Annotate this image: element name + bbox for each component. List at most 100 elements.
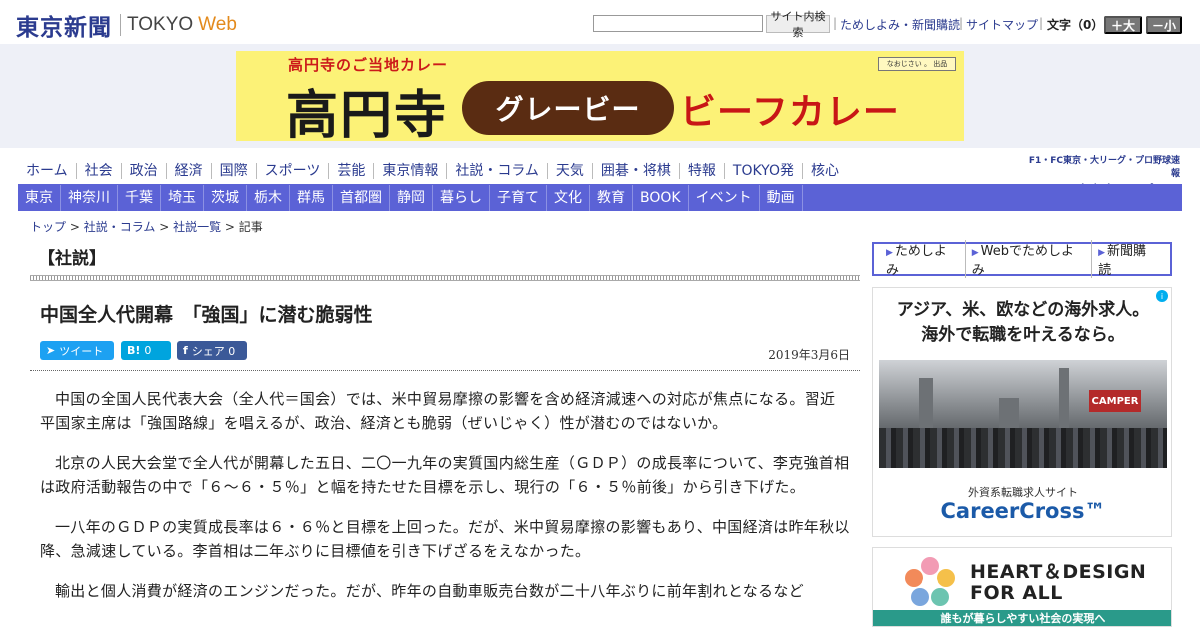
breadcrumb-editorial[interactable]: 社説・コラム [84,220,156,234]
nav-economy[interactable]: 経済 [167,163,212,179]
logo-web: Web [198,14,237,35]
site-search-button[interactable]: サイト内検索 [766,10,830,39]
banner-kanji: 高円寺 [286,85,449,141]
article-date: 2019年3月6日 [768,348,850,362]
nav-culture[interactable]: 文化 [547,185,590,211]
article-paragraph: 北京の人民大会堂で全人代が開幕した五日、二〇一九年の実質国内総生産（ＧＤＰ）の成… [40,454,850,496]
breadcrumb-sep: > [224,220,239,234]
nav-society[interactable]: 社会 [77,163,122,179]
region-tokyo[interactable]: 東京 [18,185,61,211]
triangle-icon: ▶ [971,248,979,258]
nav-tokyo-hatsu[interactable]: TOKYO発 [725,163,803,179]
site-logo[interactable]: 東京新聞 TOKYO Web [16,8,237,42]
breadcrumb-top[interactable]: トップ [30,220,66,234]
ad2-tagline: 誰もが暮らしやすい社会の実現へ [873,610,1171,626]
util-separator: | [833,16,838,30]
article-title: 中国全人代開幕 「強国」に潜む脆弱性 [40,304,373,326]
region-chiba[interactable]: 千葉 [118,185,161,211]
banner-area: 高円寺のご当地カレー 高円寺 グレービー ビーフカレー なおじさい 。 出品 [0,44,1200,148]
flower-logo-icon [905,557,955,606]
trial-link[interactable]: ▶ ためしよみ [880,240,966,278]
nav-sports[interactable]: スポーツ [257,163,330,179]
facebook-share-button[interactable]: f シェア 0 [177,341,247,360]
breadcrumb-sep: > [159,220,174,234]
hatena-bookmark-button[interactable]: B! 0 [121,341,171,360]
section-title: 【社説】 [38,249,106,269]
region-shutoken[interactable]: 首都圏 [333,185,390,211]
nav-tokuho[interactable]: 特報 [680,163,725,179]
breadcrumb: トップ > 社説・コラム > 社説一覧 > 記事 [30,218,263,235]
photo-sign: CAMPER [1089,390,1141,412]
ad1-subtitle: 外資系転職求人サイト [968,486,1078,499]
twitter-icon: ➤ [46,344,56,357]
nav-living[interactable]: 暮らし [433,185,490,211]
city-street-photo: CAMPER [879,360,1167,468]
web-trial-label: Webでためしよみ [971,244,1074,278]
curry-ad-banner[interactable]: 高円寺のご当地カレー 高円寺 グレービー ビーフカレー なおじさい 。 出品 [236,51,964,141]
site-header: 東京新聞 TOKYO Web サイト内検索 | ためしよみ・新聞購読 | サイト… [0,0,1200,44]
article-paragraph: 一八年のＧＤＰの実質成長率は６・６％と目標を上回った。だが、米中貿易摩擦の影響も… [40,518,850,560]
region-kanagawa[interactable]: 神奈川 [61,185,118,211]
banner-badge: なおじさい 。 出品 [878,57,956,71]
main-nav: ホーム 社会 政治 経済 国際 スポーツ 芸能 東京情報 社説・コラム 天気 囲… [18,160,847,182]
nav-go-shogi[interactable]: 囲碁・将棋 [593,163,680,179]
tweet-button[interactable]: ➤ ツイート [40,341,114,360]
banner-red-text: ビーフカレー [680,92,900,133]
breadcrumb-sep: > [69,220,84,234]
region-nav: 東京 神奈川 千葉 埼玉 茨城 栃木 群馬 首都圏 静岡 暮らし 子育て 文化 … [18,185,1182,211]
careercross-ad[interactable]: i アジア、米、欧などの海外求人。 海外で転職を叶えるなら。 CAMPER 外資… [872,287,1172,537]
nav-book[interactable]: BOOK [633,185,689,211]
ad2-line2: FOR ALL [970,582,1063,604]
facebook-share-label: シェア 0 [191,344,236,358]
nav-video[interactable]: 動画 [760,185,803,211]
nav-international[interactable]: 国際 [212,163,257,179]
banner-pill: グレービー [462,81,674,135]
nav-weather[interactable]: 天気 [548,163,593,179]
nav-entertainment[interactable]: 芸能 [329,163,375,179]
trial-subscribe-link[interactable]: ためしよみ・新聞購読 [840,16,960,33]
region-shizuoka[interactable]: 静岡 [390,185,433,211]
site-search-input[interactable] [593,15,763,32]
section-rule [30,275,860,281]
region-saitama[interactable]: 埼玉 [161,185,204,211]
nav-kakushin[interactable]: 核心 [803,163,847,179]
breadcrumb-editorial-list[interactable]: 社説一覧 [173,220,221,234]
subscribe-link[interactable]: ▶ 新聞購読 [1092,240,1164,278]
region-tochigi[interactable]: 栃木 [247,185,290,211]
web-trial-link[interactable]: ▶ Webでためしよみ [966,240,1093,278]
subscribe-label: 新聞購読 [1098,244,1147,278]
sitemap-link[interactable]: サイトマップ [966,16,1038,33]
ad1-line1: アジア、米、欧などの海外求人。 [896,300,1150,320]
article-body: 中国の全国人民代表大会（全人代＝国会）では、米中貿易摩擦の影響を含め経済減速への… [40,387,850,619]
font-bigger-button[interactable]: ＋大 [1104,16,1142,34]
triangle-icon: ▶ [1098,248,1105,258]
util-separator: | [959,16,964,30]
breadcrumb-current: 記事 [238,220,263,234]
logo-divider [120,14,121,36]
ad2-line1: HEART＆DESIGN [970,561,1147,583]
subscribe-box: ▶ ためしよみ ▶ Webでためしよみ ▶ 新聞購読 [872,240,1172,278]
facebook-icon: f [183,344,188,357]
nav-home[interactable]: ホーム [18,163,77,179]
careercross-logo: CareerCross™ [940,499,1106,523]
chunichi-tagline: F1・FC東京・大リーグ・プロ野球速報 [1028,156,1180,179]
region-gunma[interactable]: 群馬 [290,185,333,211]
font-size-label: 文字（0） [1047,18,1104,32]
hatena-icon: B! [127,344,141,357]
tweet-label: ツイート [59,344,104,358]
region-ibaraki[interactable]: 茨城 [204,185,247,211]
article-paragraph: 中国の全国人民代表大会（全人代＝国会）では、米中貿易摩擦の影響を含め経済減速への… [40,390,836,432]
nav-event[interactable]: イベント [689,185,760,211]
nav-parenting[interactable]: 子育て [490,185,547,211]
nav-editorial[interactable]: 社説・コラム [447,163,548,179]
crowd-shape [879,428,1167,468]
nav-education[interactable]: 教育 [590,185,633,211]
heart-design-ad[interactable]: HEART＆DESIGN FOR ALL 誰もが暮らしやすい社会の実現へ [872,547,1172,627]
nav-tokyo-info[interactable]: 東京情報 [374,163,448,179]
article-paragraph: 輸出と個人消費が経済のエンジンだった。だが、昨年の自動車販売台数が二十八年ぶりに… [55,582,804,600]
article-rule [30,370,860,371]
triangle-icon: ▶ [886,248,893,258]
logo-japanese: 東京新聞 [16,14,112,41]
font-smaller-button[interactable]: －小 [1146,16,1182,34]
nav-politics[interactable]: 政治 [122,163,167,179]
